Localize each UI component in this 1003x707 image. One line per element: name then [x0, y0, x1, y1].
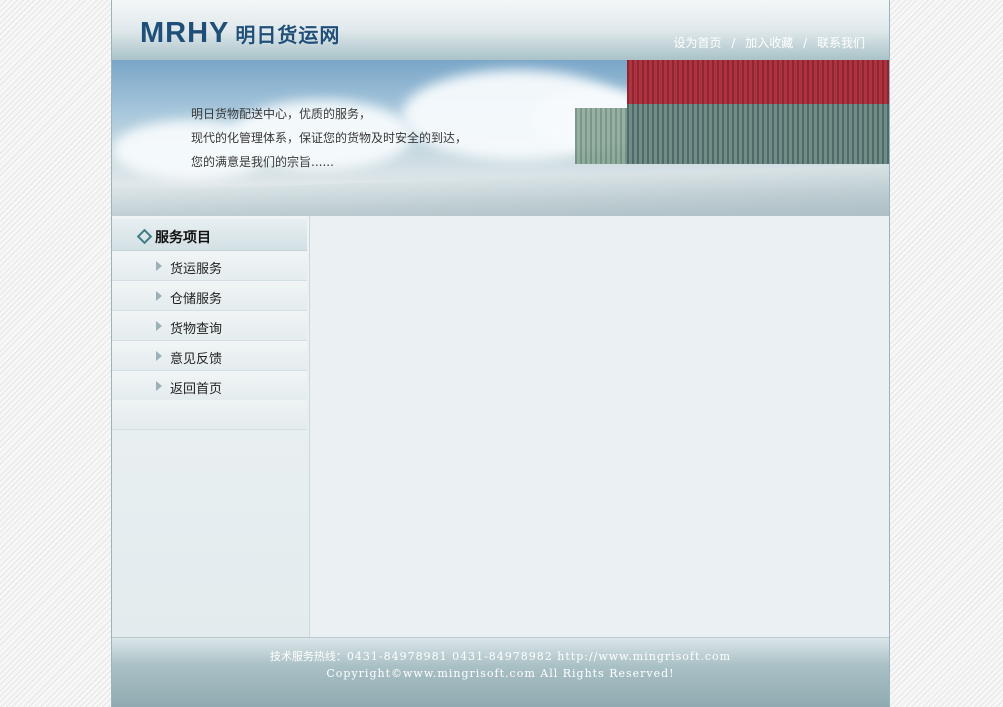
- header: MRHY 明日货运网 设为首页 / 加入收藏 / 联系我们: [112, 0, 889, 60]
- sidebar-item-label: 货运服务: [170, 262, 223, 277]
- banner-slogan: 明日货物配送中心，优质的服务， 现代的化管理体系，保证您的货物及时安全的到达， …: [191, 102, 467, 174]
- footer-hotline: 技术服务热线：0431-84978981 0431-84978982 http:…: [112, 648, 889, 664]
- triangle-right-icon: [156, 291, 162, 301]
- sidebar-blank-row: [112, 400, 307, 430]
- sidebar-item-label: 仓储服务: [170, 292, 223, 307]
- container-stack-image: [575, 60, 889, 170]
- container-row: [627, 60, 889, 104]
- sidebar: 服务项目 货运服务 仓储服务 货物查询 意见反馈 返回首页: [112, 216, 310, 637]
- page-frame: MRHY 明日货运网 设为首页 / 加入收藏 / 联系我们 明日货物配送中心，优…: [111, 0, 890, 707]
- hotline-numbers: 0431-84978981 0431-84978982 http://www.m…: [346, 650, 732, 663]
- sidebar-title: 服务项目: [112, 219, 307, 251]
- hotline-label: 技术服务热线：: [269, 650, 347, 663]
- sidebar-item-label: 返回首页: [170, 382, 223, 397]
- logo-text-cn: 明日货运网: [235, 23, 341, 47]
- sidebar-item-label: 意见反馈: [170, 352, 223, 367]
- add-favorite-link[interactable]: 加入收藏: [745, 36, 793, 50]
- triangle-right-icon: [156, 321, 162, 331]
- main-content: [310, 216, 889, 637]
- logo-text-en: MRHY: [140, 17, 230, 49]
- triangle-right-icon: [156, 261, 162, 271]
- triangle-right-icon: [156, 381, 162, 391]
- diamond-icon: [136, 228, 153, 245]
- sidebar-title-label: 服务项目: [155, 230, 211, 246]
- sidebar-item-storage-service[interactable]: 仓储服务: [112, 281, 307, 311]
- container-row: [575, 108, 635, 164]
- container-row: [627, 104, 889, 164]
- link-separator: /: [803, 36, 808, 50]
- slogan-line: 您的满意是我们的宗旨......: [191, 155, 334, 169]
- slogan-line: 明日货物配送中心，优质的服务，: [191, 107, 372, 121]
- footer: 技术服务热线：0431-84978981 0431-84978982 http:…: [112, 637, 889, 707]
- sidebar-item-cargo-query[interactable]: 货物查询: [112, 311, 307, 341]
- contact-us-link[interactable]: 联系我们: [817, 36, 865, 50]
- set-homepage-link[interactable]: 设为首页: [674, 36, 722, 50]
- top-links: 设为首页 / 加入收藏 / 联系我们: [674, 34, 865, 51]
- sidebar-item-feedback[interactable]: 意见反馈: [112, 341, 307, 371]
- sidebar-item-freight-service[interactable]: 货运服务: [112, 251, 307, 281]
- sidebar-item-label: 货物查询: [170, 322, 223, 337]
- sidebar-item-home[interactable]: 返回首页: [112, 371, 307, 401]
- slogan-line: 现代的化管理体系，保证您的货物及时安全的到达，: [191, 131, 468, 145]
- triangle-right-icon: [156, 351, 162, 361]
- link-separator: /: [731, 36, 736, 50]
- banner: 明日货物配送中心，优质的服务， 现代的化管理体系，保证您的货物及时安全的到达， …: [112, 60, 889, 216]
- footer-copyright: Copyright©www.mingrisoft.com All Rights …: [326, 667, 675, 680]
- site-logo[interactable]: MRHY 明日货运网: [140, 17, 340, 51]
